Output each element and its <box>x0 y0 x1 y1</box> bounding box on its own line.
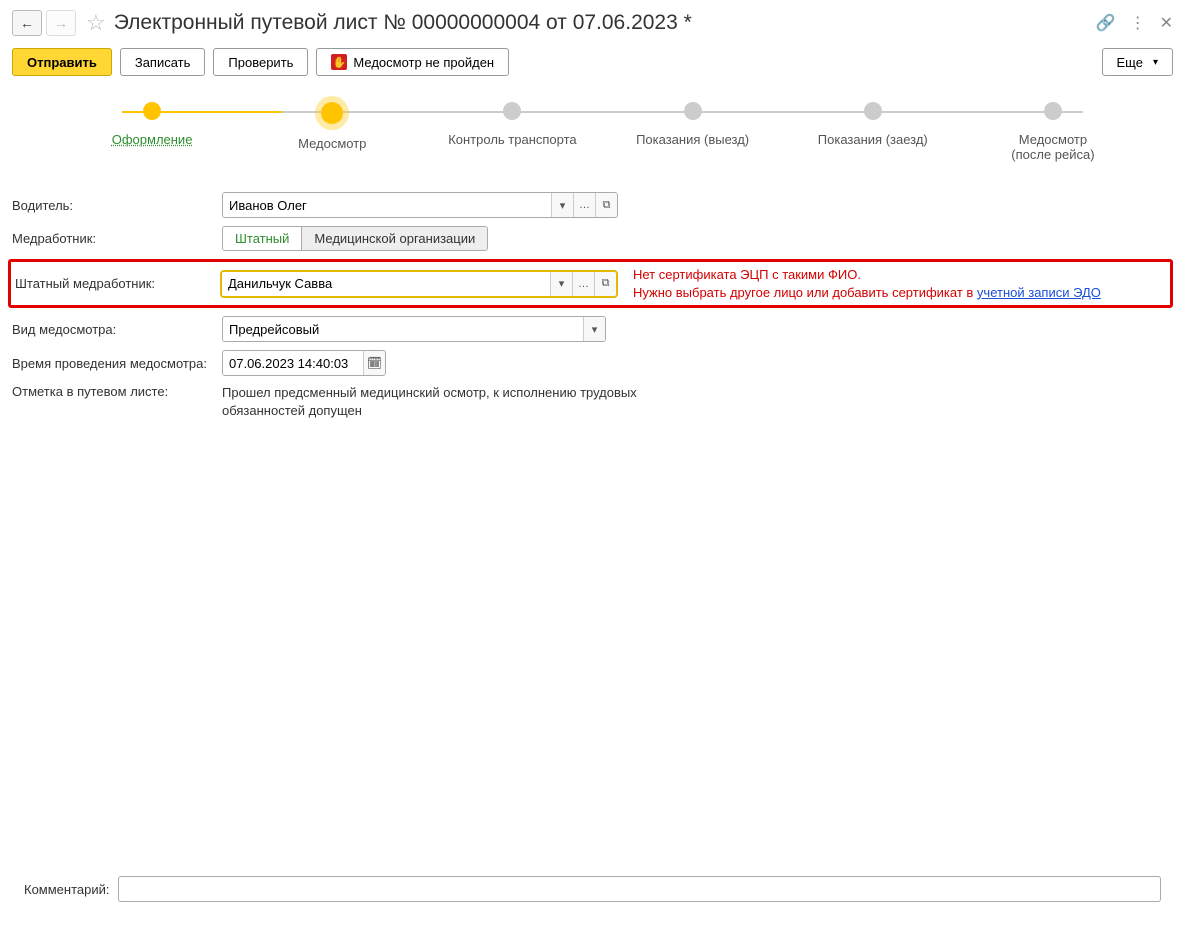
step-label: Медосмотр (после рейса) <box>1011 132 1094 162</box>
dropdown-icon[interactable]: ▾ <box>583 317 605 341</box>
nav-forward-button[interactable]: → <box>46 10 76 36</box>
driver-input[interactable] <box>223 193 551 217</box>
open-icon[interactable]: ⧉ <box>594 272 616 296</box>
link-icon[interactable]: 🔗 <box>1096 13 1116 33</box>
error-line1: Нет сертификата ЭЦП с такими ФИО. <box>633 267 861 282</box>
check-button[interactable]: Проверить <box>213 48 308 76</box>
error-line2: Нужно выбрать другое лицо или добавить с… <box>633 285 977 300</box>
send-button[interactable]: Отправить <box>12 48 112 76</box>
calendar-icon[interactable]: 🗓 <box>363 351 385 375</box>
error-highlight-row: Штатный медработник: ▾ … ⧉ Нет сертифика… <box>8 259 1173 308</box>
staff-worker-combo[interactable]: ▾ … ⧉ <box>221 271 617 297</box>
nav-back-button[interactable]: ← <box>12 10 42 36</box>
step-label: Показания (заезд) <box>818 132 928 147</box>
staff-worker-label: Штатный медработник: <box>11 276 221 291</box>
exam-time-input[interactable] <box>223 351 363 375</box>
medworker-type-toggle[interactable]: Штатный Медицинской организации <box>222 226 488 251</box>
staff-worker-input[interactable] <box>222 272 550 296</box>
close-icon[interactable]: ✕ <box>1160 13 1173 33</box>
kebab-menu-icon[interactable]: ⋮ <box>1130 13 1146 33</box>
favorite-star-icon[interactable]: ☆ <box>86 10 106 36</box>
exam-type-label: Вид медосмотра: <box>12 322 222 337</box>
dropdown-icon[interactable]: ▾ <box>550 272 572 296</box>
open-icon[interactable]: ⧉ <box>595 193 617 217</box>
edo-account-link[interactable]: учетной записи ЭДО <box>977 285 1101 300</box>
chevron-down-icon: ▾ <box>1153 57 1158 68</box>
exam-type-combo[interactable]: ▾ <box>222 316 606 342</box>
ellipsis-icon[interactable]: … <box>572 272 594 296</box>
med-not-passed-button[interactable]: ✋ Медосмотр не пройден <box>316 48 509 76</box>
more-label: Еще <box>1117 55 1143 70</box>
driver-label: Водитель: <box>12 198 222 213</box>
comment-input[interactable] <box>118 876 1162 902</box>
exam-time-label: Время проведения медосмотра: <box>12 356 222 371</box>
step-label: Оформление <box>112 132 193 147</box>
comment-label: Комментарий: <box>24 882 110 897</box>
step-label: Контроль транспорта <box>448 132 576 147</box>
step-label: Медосмотр <box>298 136 366 151</box>
note-text: Прошел предсменный медицинский осмотр, к… <box>222 384 642 420</box>
toggle-staff[interactable]: Штатный <box>223 227 301 250</box>
exam-type-input[interactable] <box>223 317 583 341</box>
ellipsis-icon[interactable]: … <box>573 193 595 217</box>
save-button[interactable]: Записать <box>120 48 206 76</box>
driver-combo[interactable]: ▾ … ⧉ <box>222 192 618 218</box>
hand-stop-icon: ✋ <box>331 54 347 70</box>
note-label: Отметка в путевом листе: <box>12 384 222 399</box>
exam-time-field[interactable]: 🗓 <box>222 350 386 376</box>
stepper: Оформление Медосмотр Контроль транспорта… <box>62 102 1143 162</box>
page-title: Электронный путевой лист № 00000000004 о… <box>114 11 1096 35</box>
toggle-org[interactable]: Медицинской организации <box>301 227 487 250</box>
med-not-passed-label: Медосмотр не пройден <box>353 55 494 70</box>
dropdown-icon[interactable]: ▾ <box>551 193 573 217</box>
step-label: Показания (выезд) <box>636 132 749 147</box>
more-button[interactable]: Еще ▾ <box>1102 48 1173 76</box>
medworker-label: Медработник: <box>12 231 222 246</box>
error-message: Нет сертификата ЭЦП с такими ФИО. Нужно … <box>633 266 1101 301</box>
